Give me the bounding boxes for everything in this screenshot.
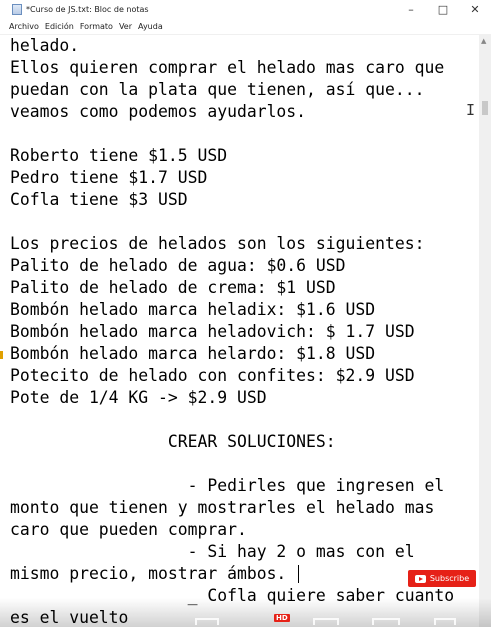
scroll-up-arrow-icon[interactable]: ▲ (481, 37, 486, 45)
editor-line: helado. (10, 36, 80, 55)
editor-content[interactable]: helado. Ellos quieren comprar el helado … (0, 35, 479, 627)
editor-line: Bombón helado marca helardo: $1.8 USD (10, 344, 376, 363)
editor-line: Pedro tiene $1.7 USD (10, 168, 208, 187)
title-bar: *Curso de JS.txt: Bloc de notas – □ ✕ (0, 0, 491, 18)
theater-mode-icon[interactable] (372, 618, 400, 625)
text-caret (298, 565, 299, 583)
editor-line: Bombón helado marca heladix: $1.6 USD (10, 300, 376, 319)
editor-line: caro que pueden comprar. (10, 520, 247, 539)
youtube-icon (414, 574, 426, 583)
vertical-scrollbar[interactable]: ▲ (479, 35, 491, 627)
editor-line: Potecito de helado con confites: $2.9 US… (10, 366, 415, 385)
menu-edicion[interactable]: Edición (45, 22, 74, 31)
editor-line: CREAR SOLUCIONES: (10, 432, 336, 451)
minimize-button[interactable]: – (395, 0, 427, 18)
window-edge-marker (0, 351, 3, 359)
fullscreen-icon[interactable] (434, 618, 456, 625)
maximize-button[interactable]: □ (427, 0, 459, 18)
menu-formato[interactable]: Formato (80, 22, 113, 31)
notepad-icon (12, 3, 22, 15)
editor-line: Ellos quieren comprar el helado mas caro… (10, 58, 445, 77)
editor-line: Palito de helado de agua: $0.6 USD (10, 256, 346, 275)
ibeam-cursor-icon: I (466, 101, 476, 119)
autoplay-icon[interactable] (195, 618, 219, 625)
editor-line: Cofla tiene $3 USD (10, 190, 188, 209)
editor-line: - Pedirles que ingresen el (10, 476, 445, 495)
hd-badge: HD (274, 614, 290, 622)
editor-line: - Si hay 2 o mas con el (10, 542, 415, 561)
window-title: *Curso de JS.txt: Bloc de notas (26, 4, 149, 14)
editor-line: Bombón helado marca heladovich: $ 1.7 US… (10, 322, 415, 341)
editor-line: puedan con la plata que tienen, así que.… (10, 80, 425, 99)
close-button[interactable]: ✕ (459, 0, 491, 18)
subscribe-label: Subscribe (429, 574, 470, 583)
scrollbar-thumb[interactable] (482, 101, 488, 115)
editor-line: Los precios de helados son los siguiente… (10, 234, 425, 253)
menu-ayuda[interactable]: Ayuda (138, 22, 163, 31)
editor-line: veamos como podemos ayudarlos. (10, 102, 307, 121)
video-player-controls (0, 598, 491, 627)
editor-line: Palito de helado de crema: $1 USD (10, 278, 336, 297)
menu-bar: Archivo Edición Formato Ver Ayuda (0, 18, 491, 35)
miniplayer-icon[interactable] (313, 618, 339, 625)
editor-line: Roberto tiene $1.5 USD (10, 146, 228, 165)
subscribe-button[interactable]: Subscribe (408, 570, 476, 587)
window-controls: – □ ✕ (395, 0, 491, 18)
editor-line: Pote de 1/4 KG -> $2.9 USD (10, 388, 267, 407)
menu-archivo[interactable]: Archivo (9, 22, 39, 31)
text-editor[interactable]: helado. Ellos quieren comprar el helado … (0, 35, 479, 627)
editor-line: mismo precio, mostrar ámbos. (10, 564, 287, 583)
menu-ver[interactable]: Ver (119, 22, 132, 31)
editor-line: monto que tienen y mostrarles el helado … (10, 498, 435, 517)
